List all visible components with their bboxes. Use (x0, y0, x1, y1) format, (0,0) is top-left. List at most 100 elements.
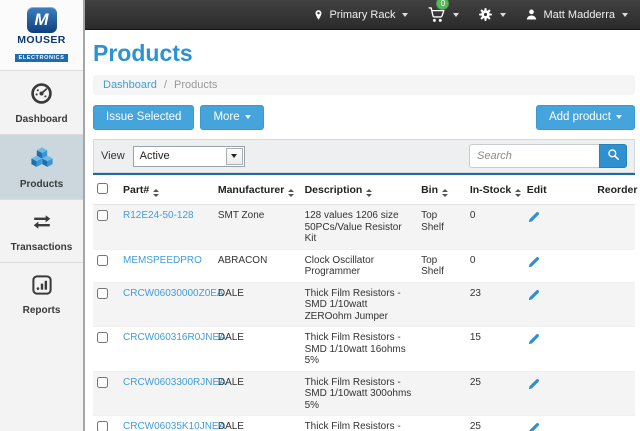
part-cell: CRCW06035K10JNEA (119, 416, 214, 431)
reorder-cell (593, 371, 635, 416)
bin-cell (417, 327, 466, 372)
chevron-down-icon (616, 115, 622, 119)
reorder-cell (593, 205, 635, 250)
description-cell: Clock Oscillator Programmer (301, 249, 418, 282)
edit-pencil-icon[interactable] (527, 421, 541, 431)
settings-menu[interactable] (478, 7, 506, 22)
column-header-manufacturer[interactable]: Manufacturer (214, 175, 301, 205)
sidebar-item-label: Transactions (0, 242, 83, 253)
row-select-cell (93, 205, 119, 250)
sort-icon (442, 189, 448, 197)
user-name: Matt Madderra (543, 9, 615, 21)
edit-pencil-icon[interactable] (527, 332, 541, 350)
chevron-down-icon (402, 13, 408, 17)
manufacturer-cell: DALE (214, 416, 301, 431)
part-link[interactable]: CRCW060316R0JNEA (123, 332, 226, 343)
sidebar: M MOUSER ELECTRONICS Dashboard Products Tr… (0, 0, 85, 431)
description-cell: Thick Film Resistors - SMD 1/10watt 16oh… (301, 327, 418, 372)
view-select[interactable]: Active (133, 146, 245, 167)
edit-pencil-icon[interactable] (527, 210, 541, 228)
in-stock-cell: 0 (466, 249, 523, 282)
edit-pencil-icon[interactable] (527, 288, 541, 306)
reorder-cell (593, 249, 635, 282)
in-stock-cell: 0 (466, 205, 523, 250)
issue-selected-button[interactable]: Issue Selected (93, 105, 194, 130)
part-link[interactable]: MEMSPEEDPRO (123, 255, 202, 266)
in-stock-cell: 25 (466, 371, 523, 416)
cart-menu[interactable]: 0 (427, 6, 459, 23)
sidebar-item-transactions[interactable]: Transactions (0, 199, 83, 262)
sort-icon (153, 189, 159, 197)
sort-icon (515, 189, 521, 197)
manufacturer-cell: DALE (214, 282, 301, 327)
description-cell: Thick Film Resistors - SMD 1/10watt 300o… (301, 371, 418, 416)
breadcrumb-dashboard-link[interactable]: Dashboard (103, 79, 157, 91)
description-cell: Thick Film Resistors - SMD 1/10watt 5.1K… (301, 416, 418, 431)
description-cell: 128 values 1206 size 50PCs/Value Resisto… (301, 205, 418, 250)
more-button[interactable]: More (200, 105, 263, 130)
column-header-description[interactable]: Description (301, 175, 418, 205)
gear-icon (478, 7, 493, 22)
chevron-down-icon (453, 13, 459, 17)
row-checkbox[interactable] (97, 377, 108, 388)
page-title: Products (93, 40, 635, 66)
table-row: MEMSPEEDPROABRACONClock Oscillator Progr… (93, 249, 635, 282)
manufacturer-cell: DALE (214, 327, 301, 372)
column-header-edit: Edit (523, 175, 593, 205)
app-window: M MOUSER ELECTRONICS Dashboard Products Tr… (0, 0, 640, 431)
breadcrumb: Dashboard / Products (93, 75, 635, 95)
reports-icon (31, 274, 53, 298)
chevron-down-icon (622, 13, 628, 17)
row-select-cell (93, 371, 119, 416)
edit-pencil-icon[interactable] (527, 377, 541, 395)
column-header-part[interactable]: Part# (119, 175, 214, 205)
part-link[interactable]: CRCW06030000Z0EA (123, 288, 224, 299)
row-checkbox[interactable] (97, 210, 108, 221)
part-link[interactable]: CRCW0603300RJNEA (123, 377, 226, 388)
chevron-down-icon (245, 115, 251, 119)
select-all-checkbox[interactable] (97, 183, 108, 194)
edit-pencil-icon[interactable] (527, 255, 541, 273)
row-select-cell (93, 249, 119, 282)
view-label: View (101, 150, 125, 162)
table-row: R12E24-50-128 SMT Zone128 values 1206 siz… (93, 205, 635, 250)
table-header-row: Part#ManufacturerDescriptionBinIn-StockE… (93, 175, 635, 205)
part-link[interactable]: CRCW06035K10JNEA (123, 421, 225, 431)
part-link[interactable]: R12E24-50-128 (123, 210, 194, 221)
edit-cell (523, 416, 593, 431)
location-pin-icon (313, 8, 324, 22)
search-button[interactable] (599, 144, 627, 168)
part-cell: MEMSPEEDPRO (119, 249, 214, 282)
brand-logo[interactable]: M MOUSER ELECTRONICS (0, 0, 83, 70)
user-menu[interactable]: Matt Madderra (525, 8, 628, 21)
chevron-down-icon (226, 148, 243, 165)
in-stock-cell: 23 (466, 282, 523, 327)
table-row: CRCW060316R0JNEADALEThick Film Resistors… (93, 327, 635, 372)
sidebar-item-reports[interactable]: Reports (0, 262, 83, 325)
bin-cell (417, 282, 466, 327)
part-cell: R12E24-50-128 (119, 205, 214, 250)
add-product-button[interactable]: Add product (536, 105, 635, 130)
row-select-cell (93, 327, 119, 372)
sidebar-item-products[interactable]: Products (0, 134, 83, 199)
sidebar-item-label: Dashboard (0, 114, 83, 125)
row-checkbox[interactable] (97, 421, 108, 431)
column-header-instock[interactable]: In-Stock (466, 175, 523, 205)
sort-icon (288, 189, 294, 197)
brand-tagline: ELECTRONICS (15, 54, 67, 62)
description-cell: Thick Film Resistors - SMD 1/10watt ZERO… (301, 282, 418, 327)
part-cell: CRCW060316R0JNEA (119, 327, 214, 372)
column-header-bin[interactable]: Bin (417, 175, 466, 205)
chevron-down-icon (500, 13, 506, 17)
search-input[interactable] (469, 144, 599, 168)
brand-name: MOUSER (0, 35, 83, 46)
sidebar-item-dashboard[interactable]: Dashboard (0, 70, 83, 134)
manufacturer-cell: SMT Zone (214, 205, 301, 250)
row-checkbox[interactable] (97, 288, 108, 299)
sidebar-menu: Dashboard Products Transactions Reports (0, 70, 83, 325)
row-checkbox[interactable] (97, 332, 108, 343)
edit-cell (523, 205, 593, 250)
row-checkbox[interactable] (97, 255, 108, 266)
location-menu[interactable]: Primary Rack (313, 8, 408, 22)
in-stock-cell: 25 (466, 416, 523, 431)
